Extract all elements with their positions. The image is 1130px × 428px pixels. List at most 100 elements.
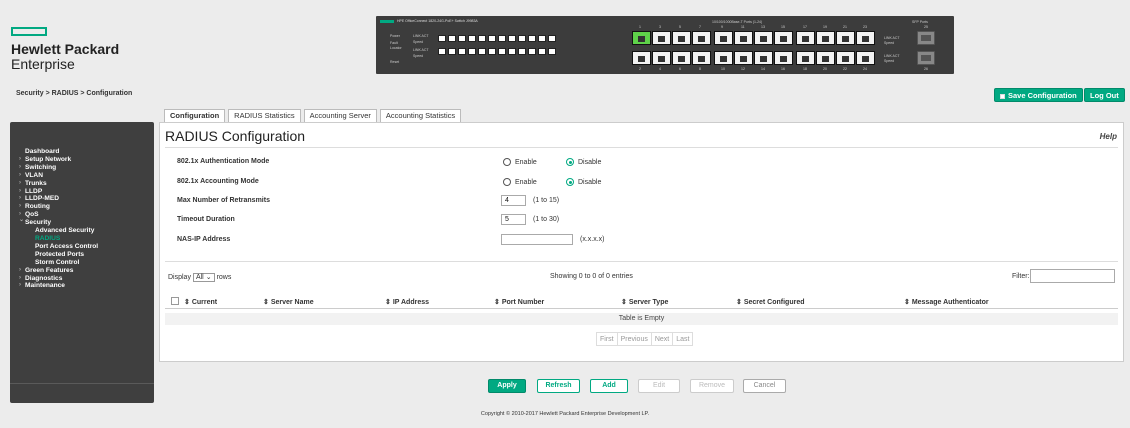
- ethernet-port[interactable]: [856, 51, 875, 65]
- ethernet-port[interactable]: [652, 51, 671, 65]
- col-ip-address[interactable]: ⇕ IP Address: [385, 298, 429, 306]
- sidebar-item-radius[interactable]: RADIUS: [10, 235, 154, 243]
- port-status-led: [458, 48, 466, 55]
- sfp-port[interactable]: [917, 51, 935, 65]
- link-act-label-top: LINK ACT: [413, 34, 429, 38]
- col-server-type[interactable]: ⇕ Server Type: [621, 298, 668, 306]
- sidebar-item-setup-network[interactable]: Setup Network: [10, 156, 154, 164]
- retransmits-input[interactable]: 4: [501, 195, 526, 206]
- refresh-button[interactable]: Refresh: [537, 379, 580, 393]
- ethernet-port[interactable]: [692, 51, 711, 65]
- ethernet-port[interactable]: [836, 31, 855, 45]
- sidebar-item-trunks[interactable]: Trunks: [10, 180, 154, 188]
- sidebar-item-dashboard[interactable]: Dashboard: [10, 148, 154, 156]
- acct-mode-disable-radio[interactable]: Disable: [566, 178, 601, 186]
- sidebar-item-lldp[interactable]: LLDP: [10, 188, 154, 196]
- col-server-name[interactable]: ⇕ Server Name: [263, 298, 314, 306]
- port-status-led: [458, 35, 466, 42]
- ethernet-port[interactable]: [692, 31, 711, 45]
- sort-icon: ⇕: [621, 299, 629, 306]
- sidebar-item-maintenance[interactable]: Maintenance: [10, 282, 154, 290]
- tab-accounting-server[interactable]: Accounting Server: [303, 109, 377, 122]
- ethernet-port[interactable]: [734, 51, 753, 65]
- col-message-authenticator[interactable]: ⇕ Message Authenticator: [904, 298, 989, 306]
- radius-config-panel: RADIUS Configuration Help 802.1x Authent…: [159, 122, 1124, 362]
- sfp-port[interactable]: [917, 31, 935, 45]
- ethernet-port[interactable]: [652, 31, 671, 45]
- ethernet-port[interactable]: [754, 51, 773, 65]
- ethernet-port[interactable]: [672, 31, 691, 45]
- radio-checked-icon: [566, 158, 574, 166]
- tab-radius-statistics[interactable]: RADIUS Statistics: [228, 109, 301, 122]
- ethernet-port[interactable]: [796, 31, 815, 45]
- ethernet-port[interactable]: [632, 51, 651, 65]
- col-secret-configured[interactable]: ⇕ Secret Configured: [736, 298, 805, 306]
- ethernet-port[interactable]: [816, 51, 835, 65]
- nas-ip-input[interactable]: [501, 234, 573, 245]
- apply-button[interactable]: Apply: [488, 379, 526, 393]
- auth-mode-enable-radio[interactable]: Enable: [503, 158, 537, 166]
- edit-button[interactable]: Edit: [638, 379, 680, 393]
- port-status-led: [478, 48, 486, 55]
- sidebar-item-storm-control[interactable]: Storm Control: [10, 259, 154, 267]
- port-number-label: 20: [823, 67, 827, 71]
- port-status-led: [438, 35, 446, 42]
- help-link[interactable]: Help: [1100, 132, 1117, 141]
- timeout-input[interactable]: 5: [501, 214, 526, 225]
- sort-icon: ⇕: [494, 299, 502, 306]
- ethernet-port[interactable]: [796, 51, 815, 65]
- sfp-led-label: LINK ACT: [884, 54, 900, 58]
- sidebar-item-advanced-security[interactable]: Advanced Security: [10, 227, 154, 235]
- ethernet-port[interactable]: [632, 31, 651, 45]
- title-divider: [165, 147, 1118, 148]
- save-configuration-button[interactable]: Save Configuration: [994, 88, 1083, 102]
- add-button[interactable]: Add: [590, 379, 628, 393]
- ethernet-port[interactable]: [672, 51, 691, 65]
- col-current[interactable]: ⇕ Current: [184, 298, 217, 306]
- logout-button[interactable]: Log Out: [1084, 88, 1125, 102]
- ethernet-port[interactable]: [856, 31, 875, 45]
- ethernet-port[interactable]: [816, 31, 835, 45]
- port-number-label: 14: [761, 67, 765, 71]
- ethernet-port[interactable]: [774, 31, 793, 45]
- port-number-label: 19: [823, 25, 827, 29]
- copyright-footer: Copyright © 2010-2017 Hewlett Packard En…: [480, 411, 650, 417]
- ethernet-port[interactable]: [714, 51, 733, 65]
- acct-mode-enable-radio[interactable]: Enable: [503, 178, 537, 186]
- ethernet-port[interactable]: [836, 51, 855, 65]
- ethernet-port[interactable]: [734, 31, 753, 45]
- sidebar-item-diagnostics[interactable]: Diagnostics: [10, 275, 154, 283]
- sidebar-item-routing[interactable]: Routing: [10, 203, 154, 211]
- ethernet-port[interactable]: [714, 31, 733, 45]
- pager-last[interactable]: Last: [673, 333, 692, 345]
- sidebar-item-qos[interactable]: QoS: [10, 211, 154, 219]
- port-number-label: 22: [843, 67, 847, 71]
- col-port-number[interactable]: ⇕ Port Number: [494, 298, 544, 306]
- sidebar-item-green-features[interactable]: Green Features: [10, 267, 154, 275]
- port-status-led: [528, 35, 536, 42]
- remove-button[interactable]: Remove: [690, 379, 734, 393]
- chevron-down-icon: ⌄: [205, 274, 212, 281]
- ethernet-port[interactable]: [774, 51, 793, 65]
- rows-select[interactable]: All ⌄: [192, 273, 215, 282]
- filter-input[interactable]: [1030, 269, 1115, 283]
- sidebar-nav: Dashboard Setup Network Switching VLAN T…: [10, 122, 154, 403]
- sidebar-item-security[interactable]: Security: [10, 217, 154, 227]
- ethernet-port[interactable]: [754, 31, 773, 45]
- sidebar-item-vlan[interactable]: VLAN: [10, 172, 154, 180]
- tab-accounting-statistics[interactable]: Accounting Statistics: [379, 109, 462, 122]
- pager-next[interactable]: Next: [652, 333, 674, 345]
- cancel-button[interactable]: Cancel: [743, 379, 786, 393]
- pager-first[interactable]: First: [597, 333, 618, 345]
- sidebar-item-protected-ports[interactable]: Protected Ports: [10, 251, 154, 259]
- sidebar-item-switching[interactable]: Switching: [10, 164, 154, 172]
- port-number-label: 11: [741, 25, 745, 29]
- sidebar-item-lldp-med[interactable]: LLDP-MED: [10, 195, 154, 203]
- sidebar-item-port-access-control[interactable]: Port Access Control: [10, 243, 154, 251]
- select-all-checkbox[interactable]: [171, 297, 179, 305]
- pager-previous[interactable]: Previous: [618, 333, 652, 345]
- radio-checked-icon: [566, 178, 574, 186]
- port-number-label: 6: [679, 67, 681, 71]
- auth-mode-disable-radio[interactable]: Disable: [566, 158, 601, 166]
- tab-configuration[interactable]: Configuration: [164, 109, 226, 122]
